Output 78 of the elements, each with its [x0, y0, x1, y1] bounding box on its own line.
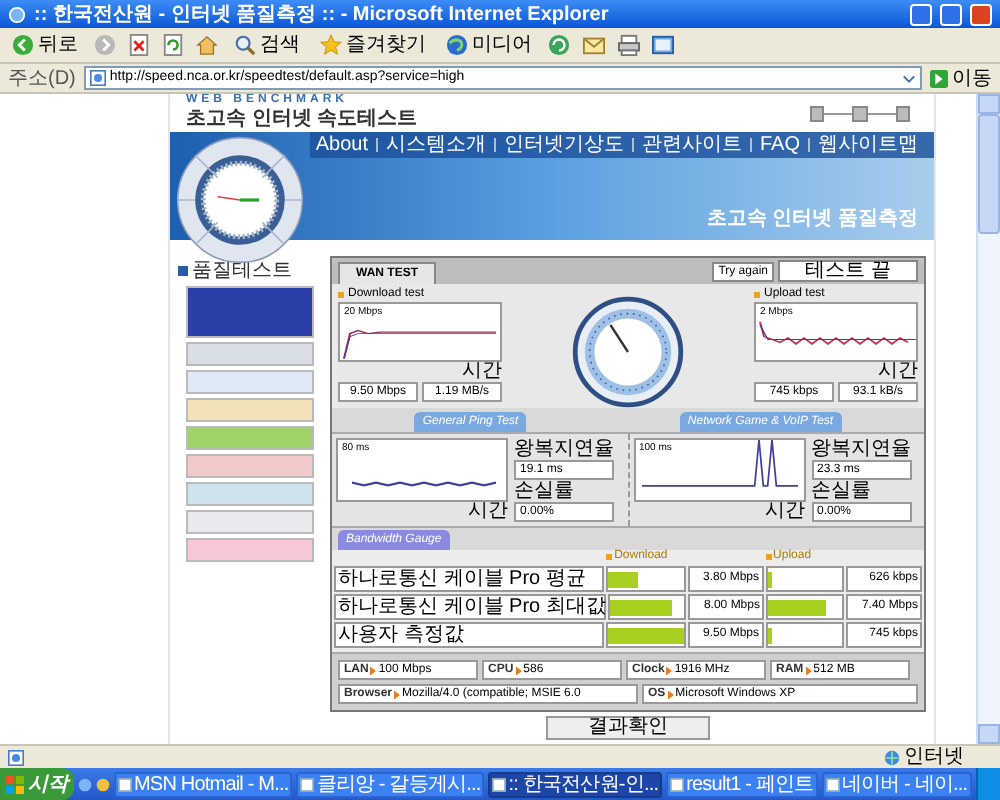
taskbar-button[interactable]: result1 - 페인트 — [666, 771, 818, 797]
ad-banner[interactable] — [186, 286, 314, 338]
axis-label: 시간 — [878, 362, 918, 382]
bullet-icon — [765, 554, 772, 560]
axis-label: 시간 — [462, 362, 502, 382]
status-field: 테스트 끝 — [778, 260, 918, 282]
system-tray — [975, 768, 1000, 800]
window-icon — [670, 777, 685, 791]
window-icon — [825, 777, 840, 791]
header-controls-icon[interactable] — [810, 105, 910, 121]
arrow-icon — [370, 665, 377, 675]
start-button[interactable]: 시작 — [0, 768, 74, 800]
stop-icon[interactable] — [128, 34, 150, 56]
speed-dial-drawing — [176, 136, 304, 264]
toolbar-button[interactable]: 검색 — [230, 29, 304, 61]
bullet-icon — [338, 292, 344, 298]
search-icon — [234, 34, 256, 56]
page-icon — [89, 70, 106, 86]
window-icon — [118, 777, 132, 791]
page-icon — [8, 749, 24, 765]
bullet-icon — [606, 554, 613, 560]
arrow-icon — [667, 689, 674, 699]
mail-icon[interactable] — [582, 34, 606, 56]
minimize-button[interactable] — [910, 3, 932, 25]
toolbar-button[interactable]: 뒤로 — [8, 29, 82, 61]
delay-label: 왕복지연율 — [514, 438, 614, 460]
refresh-icon[interactable] — [162, 34, 184, 56]
axis-label: 시간 — [468, 502, 508, 522]
window-title: :: 한국전산원 - 인터넷 품질측정 :: - Microsoft Internet Explorer — [34, 3, 611, 25]
go-arrow-icon — [930, 69, 948, 87]
nav-link[interactable]: 시스템소개 — [385, 134, 486, 156]
maximize-button[interactable] — [940, 3, 962, 25]
go-button[interactable]: 이동 — [930, 66, 992, 90]
toolbar-button[interactable]: 즐겨찾기 — [316, 29, 430, 61]
taskbar-button[interactable]: MSN Hotmail - M... — [114, 771, 293, 797]
row-label: 하나로통신 케이블 Pro 최대값 — [334, 594, 606, 620]
nav-link[interactable]: 웹사이트맵 — [818, 134, 918, 156]
banner-title: 초고속 인터넷 품질측정 — [706, 208, 918, 232]
arrow-icon — [515, 665, 522, 675]
home-icon[interactable] — [196, 34, 218, 56]
bullet-icon — [178, 266, 188, 276]
site-title: 초고속 인터넷 속도테스트 — [186, 108, 420, 132]
result-button[interactable]: 결과확인 — [546, 716, 710, 740]
edit-window-icon[interactable] — [652, 34, 674, 56]
status-zone: 인터넷 — [904, 746, 966, 768]
delay-label: 왕복지연율 — [811, 438, 911, 460]
star-icon — [320, 34, 342, 56]
row-label: 하나로통신 케이블 Pro 평균 — [334, 566, 605, 592]
row-label: 사용자 측정값 — [334, 622, 605, 648]
axis-label: 시간 — [765, 502, 805, 522]
taskbar-button[interactable]: 네이버 - 네이... — [821, 771, 972, 797]
dropdown-caret-icon[interactable] — [902, 71, 916, 85]
windows-logo-icon — [6, 775, 24, 793]
address-label: 주소(D) — [8, 67, 76, 89]
toolbar-button[interactable]: 미디어 — [442, 29, 536, 61]
bullet-icon — [754, 292, 760, 298]
sidebar-heading: 품질테스트 — [192, 260, 292, 282]
vertical-scrollbar[interactable] — [976, 94, 1000, 744]
arrow-icon — [805, 665, 812, 675]
taskbar-button[interactable]: 클리앙 - 갈등게시... — [296, 771, 485, 797]
nav-link[interactable]: About — [315, 134, 368, 156]
nav-link[interactable]: 관련사이트 — [641, 134, 742, 156]
loss-label: 손실률 — [514, 480, 576, 502]
globe-icon — [884, 749, 900, 765]
close-button[interactable] — [970, 3, 992, 25]
browser-icon — [8, 5, 26, 23]
arrow-icon — [666, 665, 673, 675]
window-icon — [300, 777, 315, 791]
nav-link[interactable]: FAQ — [759, 134, 800, 156]
nav-link[interactable]: 인터넷기상도 — [503, 134, 624, 156]
taskbar-button[interactable]: :: 한국전산원-인... — [488, 771, 663, 797]
history-icon[interactable] — [548, 34, 570, 56]
arrow-icon — [394, 689, 401, 699]
window-icon — [492, 777, 507, 791]
speed-gauge-drawing — [572, 296, 684, 408]
globe-icon — [446, 34, 468, 56]
loss-label: 손실률 — [811, 480, 873, 502]
printer-icon[interactable] — [618, 34, 640, 56]
